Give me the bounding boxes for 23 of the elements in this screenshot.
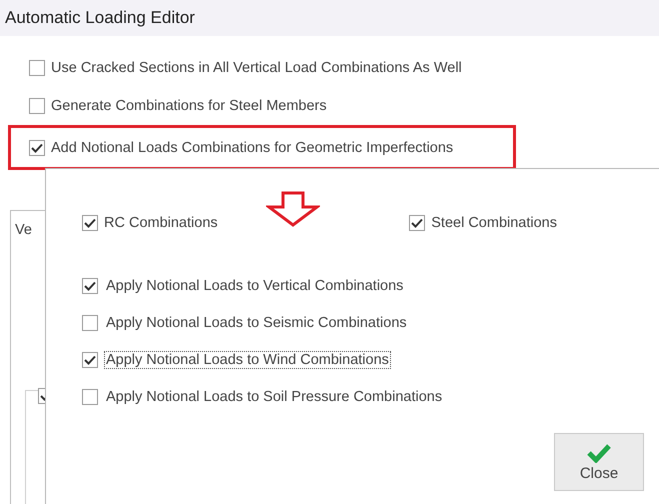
checkbox[interactable] [409, 215, 426, 231]
checkbox[interactable] [82, 215, 98, 231]
close-button[interactable]: Close [554, 433, 644, 491]
checkbox[interactable] [29, 98, 45, 114]
checkbox-label: Add Notional Loads Combinations for Geometric Imperfections [51, 140, 454, 156]
checkbox-label: Steel Combinations [431, 215, 557, 231]
checkbox-label: Apply Notional Loads to Vertical Combinations [105, 277, 404, 295]
down-arrow-icon [266, 191, 320, 227]
checkbox[interactable] [82, 352, 98, 368]
checkbox[interactable] [82, 389, 98, 405]
checkbox[interactable] [82, 315, 98, 331]
window-title: Automatic Loading Editor [0, 0, 659, 36]
group-label: Ve [15, 222, 32, 238]
checkbox-label: Use Cracked Sections in All Vertical Load Combinations As Well [51, 60, 462, 76]
checkbox-label: Apply Notional Loads to Soil Pressure Combinations [105, 388, 444, 406]
checkbox[interactable] [82, 278, 98, 294]
checkbox[interactable] [29, 140, 45, 156]
checkbox-label: Apply Notional Loads to Wind Combinations [104, 351, 391, 369]
checkbox[interactable] [29, 60, 45, 76]
checkbox-label: Generate Combinations for Steel Members [51, 98, 327, 114]
checkbox-label: Apply Notional Loads to Seismic Combinations [105, 314, 408, 332]
checkbox-label: RC Combinations [104, 215, 218, 231]
check-icon [587, 442, 611, 462]
